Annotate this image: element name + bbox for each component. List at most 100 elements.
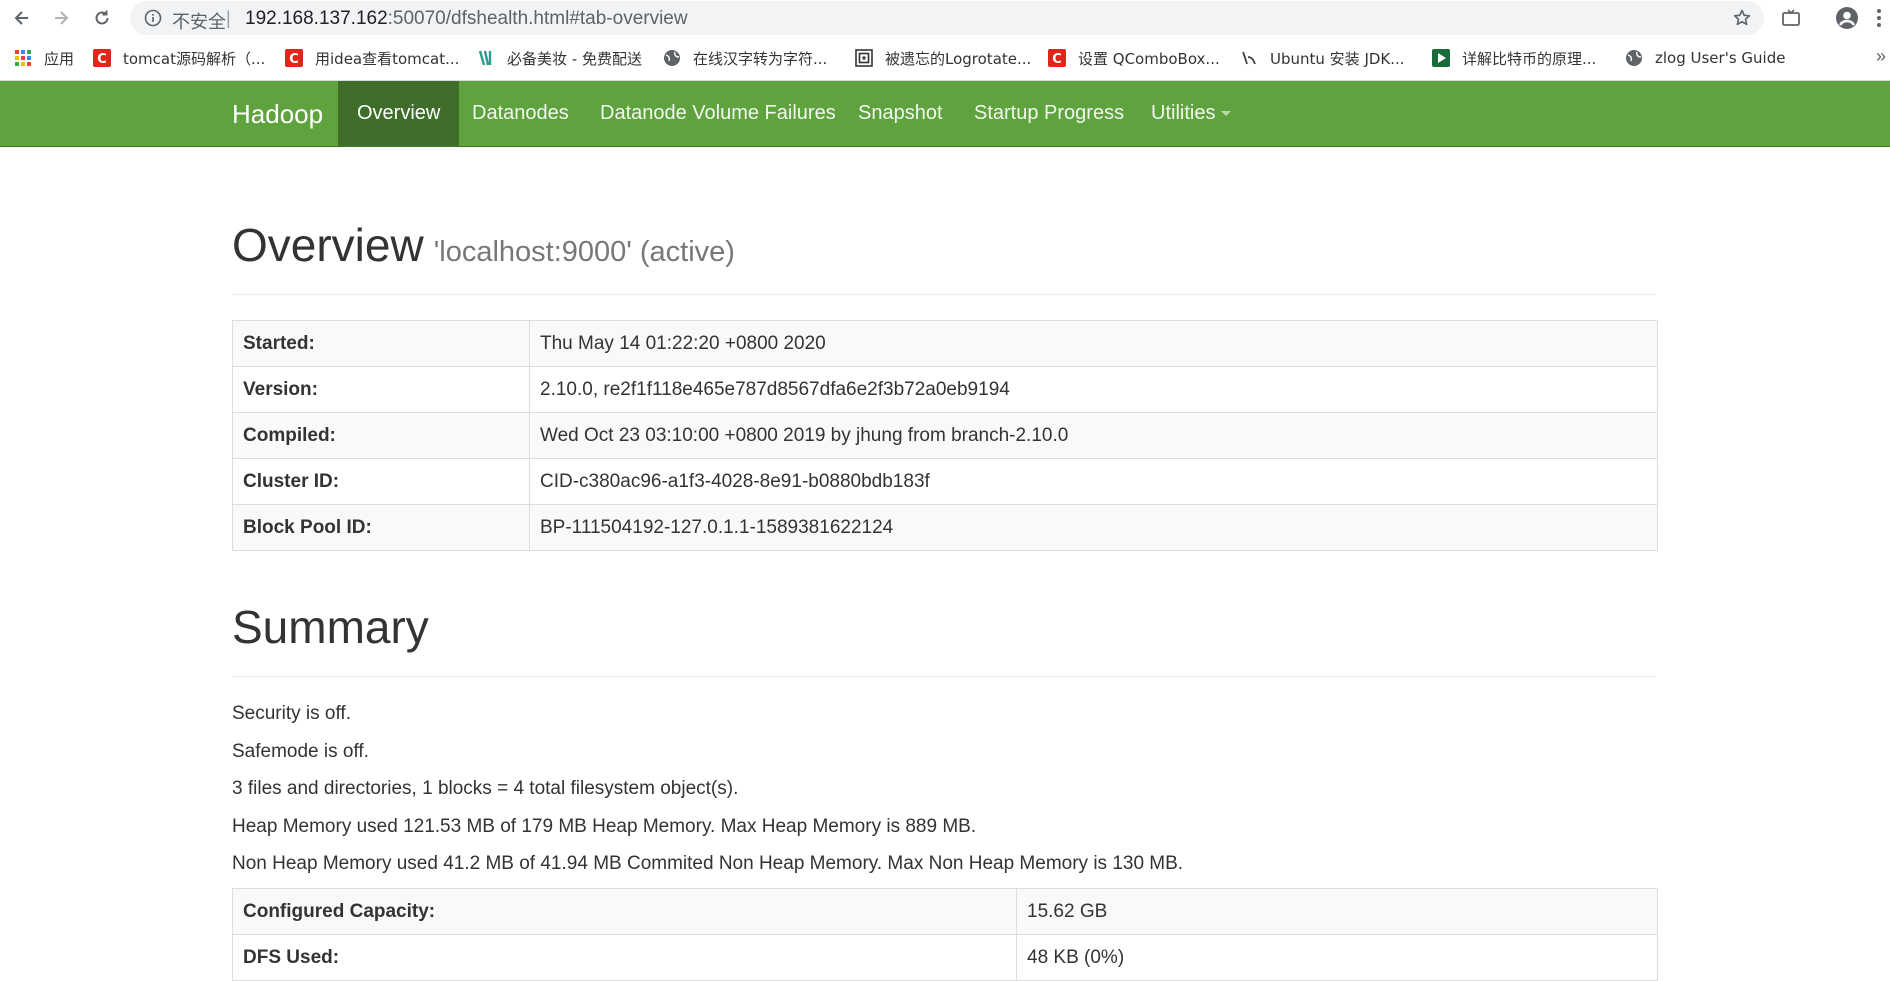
caret-down-icon	[1221, 111, 1232, 117]
safemode-status: Safemode is off.	[232, 740, 369, 762]
bookmark-site-icon	[477, 49, 495, 67]
filesystem-objects: 3 files and directories, 1 blocks = 4 to…	[232, 778, 739, 799]
star-icon[interactable]	[1732, 8, 1752, 28]
row-value: 15.62 GB	[1016, 888, 1658, 935]
bookmarks-bar: 应用 C tomcat源码解析（... C 用idea查看tomcat... 必…	[0, 36, 1890, 81]
row-value: 48 KB (0%)	[1016, 934, 1658, 981]
csdn-icon: C	[1048, 49, 1066, 67]
row-value: 2.10.0, re2f1f118e465e787d8567dfa6e2f3b7…	[529, 366, 1658, 413]
bookmark-label: 被遗忘的Logrotate...	[885, 49, 1032, 68]
browser-toolbar: 不安全 | 192.168.137.162:50070/dfshealth.ht…	[0, 0, 1890, 36]
site-icon	[855, 49, 873, 67]
globe-icon	[1625, 49, 1643, 67]
row-value: CID-c380ac96-a1f3-4028-8e91-b0880bdb183f	[529, 458, 1658, 505]
security-status: Security is off.	[232, 703, 351, 724]
tab-utilities[interactable]: Utilities	[1132, 81, 1250, 146]
utilities-label: Utilities	[1151, 102, 1216, 124]
hadoop-navbar: Hadoop Overview Datanodes Datanode Volum…	[0, 81, 1890, 147]
bookmark-beauty[interactable]: 必备美妆 - 免费配送	[477, 47, 642, 69]
svg-text:C: C	[97, 52, 107, 67]
bookmark-label: 用idea查看tomcat...	[315, 49, 460, 68]
play-icon	[1432, 49, 1450, 67]
bookmark-apps[interactable]: 应用	[14, 47, 74, 69]
reload-button[interactable]	[87, 3, 117, 33]
cast-button[interactable]	[1779, 6, 1803, 30]
row-key: DFS Used:	[232, 934, 1017, 981]
globe-icon	[663, 49, 681, 67]
overview-title: Overview	[232, 219, 424, 271]
bookmark-label: zlog User's Guide	[1655, 49, 1786, 67]
tab-snapshot[interactable]: Snapshot	[839, 81, 962, 146]
svg-text:C: C	[289, 52, 299, 67]
tab-startup-progress[interactable]: Startup Progress	[955, 81, 1143, 146]
reload-icon	[95, 10, 109, 25]
forward-button[interactable]	[46, 3, 76, 33]
account-icon	[1836, 7, 1858, 29]
csdn-icon: C	[93, 49, 111, 67]
table-row: Version: 2.10.0, re2f1f118e465e787d8567d…	[232, 366, 1658, 413]
bookmark-tomcat-source[interactable]: C tomcat源码解析（...	[93, 47, 265, 69]
url-path: :50070/dfshealth.html#tab-overview	[387, 8, 688, 29]
bookmark-label: 必备美妆 - 免费配送	[507, 49, 642, 68]
non-heap-memory: Non Heap Memory used 41.2 MB of 41.94 MB…	[232, 853, 1184, 874]
menu-button[interactable]	[1870, 6, 1888, 30]
apps-grid-icon	[14, 49, 32, 67]
row-key: Block Pool ID:	[232, 504, 530, 551]
back-button[interactable]	[7, 3, 37, 33]
profile-button[interactable]	[1835, 6, 1859, 30]
url-separator: |	[226, 8, 231, 28]
table-row: Block Pool ID: BP-111504192-127.0.1.1-15…	[232, 504, 1658, 551]
bookmarks-overflow-button[interactable]: »	[1876, 46, 1886, 67]
table-row: Cluster ID: CID-c380ac96-a1f3-4028-8e91-…	[232, 458, 1658, 505]
bookmark-qcombobox[interactable]: C 设置 QComboBox...	[1048, 47, 1220, 69]
row-key: Cluster ID:	[232, 458, 530, 505]
table-row: Compiled: Wed Oct 23 03:10:00 +0800 2019…	[232, 412, 1658, 459]
table-row: Started: Thu May 14 01:22:20 +0800 2020	[232, 320, 1658, 367]
bookmark-ubuntu-jdk[interactable]: Ubuntu 安装 JDK...	[1240, 47, 1405, 69]
table-row: Configured Capacity: 15.62 GB	[232, 888, 1658, 935]
bookmark-idea-tomcat[interactable]: C 用idea查看tomcat...	[285, 47, 459, 69]
bookmark-label: 在线汉字转为字符...	[693, 49, 828, 68]
summary-header: Summary	[232, 600, 1656, 677]
brand-logo[interactable]: Hadoop	[232, 99, 323, 130]
summary-title: Summary	[232, 601, 429, 653]
row-key: Compiled:	[232, 412, 530, 459]
bookmark-char-convert[interactable]: 在线汉字转为字符...	[663, 47, 827, 69]
row-value: Thu May 14 01:22:20 +0800 2020	[529, 320, 1658, 367]
url-host: 192.168.137.162	[245, 8, 388, 29]
row-key: Started:	[232, 320, 530, 367]
bookmark-label: 设置 QComboBox...	[1078, 49, 1220, 68]
bookmark-label: 应用	[44, 49, 75, 68]
table-row: DFS Used: 48 KB (0%)	[232, 934, 1658, 981]
overview-table: Started: Thu May 14 01:22:20 +0800 2020 …	[232, 320, 1658, 551]
bookmark-logrotate[interactable]: 被遗忘的Logrotate...	[855, 47, 1031, 69]
capacity-table: Configured Capacity: 15.62 GB DFS Used: …	[232, 888, 1658, 981]
tab-datanodes[interactable]: Datanodes	[453, 81, 588, 146]
bookmark-zlog[interactable]: zlog User's Guide	[1625, 47, 1785, 69]
address-bar[interactable]: 不安全 | 192.168.137.162:50070/dfshealth.ht…	[130, 1, 1764, 35]
page-title: Overview 'localhost:9000' (active)	[232, 218, 1656, 272]
url-text[interactable]: 192.168.137.162:50070/dfshealth.html#tab…	[245, 8, 688, 30]
bookmark-label: Ubuntu 安装 JDK...	[1270, 49, 1405, 68]
heap-memory: Heap Memory used 121.53 MB of 179 MB Hea…	[232, 815, 977, 837]
tab-overview[interactable]: Overview	[338, 81, 460, 146]
namenode-address: 'localhost:9000' (active)	[433, 236, 735, 268]
row-key: Configured Capacity:	[232, 888, 1017, 935]
insecure-label: 不安全	[172, 12, 226, 33]
arrow-right-icon	[55, 11, 69, 25]
info-icon[interactable]	[144, 9, 162, 27]
bookmark-label: 详解比特币的原理...	[1462, 49, 1597, 68]
row-value: Wed Oct 23 03:10:00 +0800 2019 by jhung …	[529, 412, 1658, 459]
arrow-left-icon	[14, 11, 28, 25]
svg-text:C: C	[1052, 52, 1062, 67]
cast-icon	[1782, 9, 1800, 26]
csdn-icon: C	[285, 49, 303, 67]
tab-datanode-volume-failures[interactable]: Datanode Volume Failures	[581, 81, 855, 146]
bookmark-label: tomcat源码解析（...	[123, 49, 266, 68]
site-icon	[1240, 49, 1258, 67]
row-key: Version:	[232, 366, 530, 413]
overview-header: Overview 'localhost:9000' (active)	[232, 218, 1656, 295]
bookmark-bitcoin[interactable]: 详解比特币的原理...	[1432, 47, 1596, 69]
row-value: BP-111504192-127.0.1.1-1589381622124	[529, 504, 1658, 551]
summary-text: Security is off. Safemode is off. 3 file…	[232, 700, 1183, 888]
